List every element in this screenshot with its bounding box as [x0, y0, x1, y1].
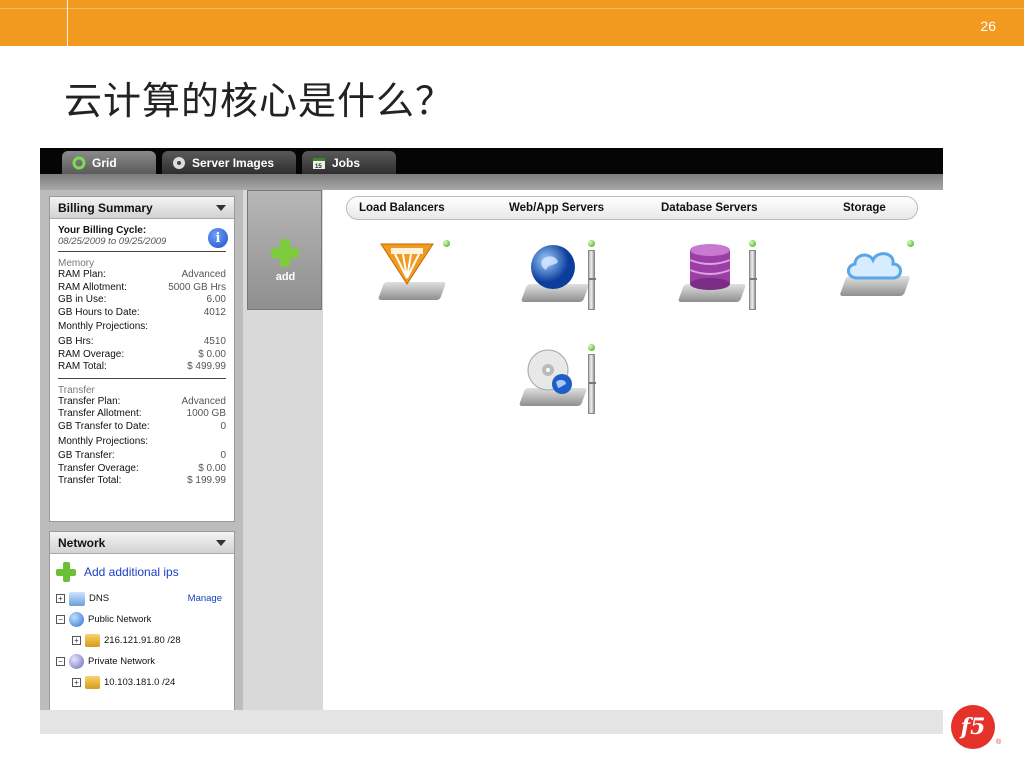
expand-icon[interactable]: + — [72, 678, 81, 687]
plus-icon — [56, 562, 76, 582]
tab-label: Jobs — [332, 155, 361, 170]
dns-icon — [69, 591, 85, 606]
status-led-icon — [443, 240, 450, 247]
billing-row: RAM Allotment: 5000 GB Hrs — [58, 281, 226, 293]
database-icon — [689, 244, 731, 290]
expand-icon[interactable]: + — [72, 636, 81, 645]
tab-label: Grid — [92, 155, 117, 170]
tree-item-private-network[interactable]: − Private Network — [50, 651, 234, 672]
calendar-icon: 15 — [313, 157, 325, 170]
billing-row: GB in Use: 6.00 — [58, 294, 226, 306]
status-led-icon — [749, 240, 756, 247]
add-button[interactable]: add — [247, 190, 322, 310]
tree-item-dns[interactable]: + DNS Manage — [50, 588, 234, 609]
svg-text:15: 15 — [315, 164, 322, 170]
status-bar — [40, 710, 943, 734]
page-number: 26 — [980, 18, 996, 34]
billing-summary-header[interactable]: Billing Summary — [50, 197, 234, 219]
billing-row: GB Transfer to Date: 0 — [58, 420, 226, 432]
globe-icon — [531, 245, 575, 289]
sidebar: Billing Summary i Your Billing Cycle: 08… — [40, 190, 243, 711]
billing-row: GB Transfer: 0 — [58, 450, 226, 462]
add-ips-link[interactable]: Add additional ips — [50, 554, 234, 588]
panel-title: Network — [58, 535, 106, 550]
database-server[interactable] — [677, 240, 757, 310]
header-divider — [67, 0, 68, 46]
network-tree: + DNS Manage − Public Network + 216.121.… — [50, 588, 234, 693]
status-led-icon — [588, 344, 595, 351]
network-panel: Network Add additional ips + DNS Manage … — [49, 531, 235, 711]
ring-icon — [72, 156, 86, 169]
globe-icon — [69, 654, 84, 669]
tab-bar: Grid Server Images 15 Jobs — [40, 148, 943, 174]
status-led-icon — [588, 240, 595, 247]
billing-row: Transfer Allotment: 1000 GB — [58, 408, 226, 420]
server-image[interactable] — [514, 344, 596, 414]
folder-icon — [85, 634, 100, 647]
web-app-server[interactable] — [520, 240, 600, 310]
tab-jobs[interactable]: 15 Jobs — [302, 151, 396, 174]
billing-content: Your Billing Cycle: 08/25/2009 to 09/25/… — [50, 219, 234, 492]
server-meter — [588, 250, 596, 310]
toolbar-strip — [40, 174, 943, 190]
divider — [58, 251, 226, 252]
billing-summary-panel: Billing Summary i Your Billing Cycle: 08… — [49, 196, 235, 522]
plus-icon — [271, 239, 299, 267]
billing-row: Monthly Projections: — [58, 435, 149, 447]
divider — [58, 377, 226, 379]
disc-icon — [527, 349, 572, 394]
collapse-icon[interactable]: − — [56, 657, 65, 666]
billing-row: Monthly Projections: — [58, 321, 149, 333]
expand-icon[interactable]: + — [56, 594, 65, 603]
header-rule — [0, 8, 1024, 9]
chevron-down-icon[interactable] — [216, 204, 226, 211]
panel-title: Billing Summary — [58, 200, 153, 215]
slide-title: 云计算的核心是什么？ — [64, 79, 455, 123]
billing-row: Transfer Total: $ 199.99 — [58, 475, 226, 487]
add-ips-label[interactable]: Add additional ips — [84, 565, 179, 579]
load-balancer-server[interactable] — [373, 238, 453, 308]
add-label: add — [275, 271, 296, 283]
server-meter — [588, 354, 596, 414]
tab-grid[interactable]: Grid — [62, 151, 156, 174]
app-window: Grid Server Images 15 Jobs Billing Summa… — [40, 148, 943, 734]
cloud-icon — [847, 252, 902, 280]
tree-item-subnet[interactable]: + 10.103.181.0 /24 — [50, 672, 234, 693]
disc-icon — [173, 156, 185, 169]
storage-server[interactable] — [837, 240, 917, 310]
category-load-balancers[interactable]: Load Balancers — [359, 202, 445, 214]
registered-mark: ® — [996, 739, 1002, 746]
category-web-app-servers[interactable]: Web/App Servers — [509, 202, 604, 214]
chevron-down-icon[interactable] — [216, 539, 226, 546]
collapse-icon[interactable]: − — [56, 615, 65, 624]
folder-icon — [85, 676, 100, 689]
category-database-servers[interactable]: Database Servers — [661, 202, 758, 214]
memory-section-label: Memory — [58, 258, 95, 269]
tab-label: Server Images — [192, 155, 275, 170]
billing-row: GB Hours to Date: 4012 — [58, 306, 226, 318]
billing-row: Transfer Plan: Advanced — [58, 395, 226, 407]
tree-item-public-network[interactable]: − Public Network — [50, 609, 234, 630]
billing-row: Transfer Overage: $ 0.00 — [58, 462, 226, 474]
f5-logo: f5 — [951, 705, 995, 749]
tab-server-images[interactable]: Server Images — [162, 151, 296, 174]
category-bar: Load Balancers Web/App Servers Database … — [346, 196, 918, 220]
globe-icon — [69, 612, 84, 627]
transfer-section-label: Transfer — [58, 384, 95, 396]
billing-row: RAM Plan: Advanced — [58, 269, 226, 280]
billing-cycle-title: Your Billing Cycle: — [58, 225, 147, 236]
billing-row: RAM Overage: $ 0.00 — [58, 348, 226, 360]
slide-header-bar: 26 — [0, 0, 1024, 46]
info-icon[interactable]: i — [208, 228, 228, 248]
network-header[interactable]: Network — [50, 532, 234, 554]
category-storage[interactable]: Storage — [843, 202, 886, 214]
tree-item-subnet[interactable]: + 216.121.91.80 /28 — [50, 630, 234, 651]
load-balancer-icon — [380, 243, 434, 285]
billing-row: GB Hrs: 4510 — [58, 335, 226, 347]
billing-row: RAM Total: $ 499.99 — [58, 361, 226, 373]
manage-link[interactable]: Manage — [188, 593, 222, 604]
billing-cycle-dates: 08/25/2009 to 09/25/2009 — [58, 236, 167, 247]
server-meter — [749, 250, 757, 310]
status-led-icon — [907, 240, 914, 247]
